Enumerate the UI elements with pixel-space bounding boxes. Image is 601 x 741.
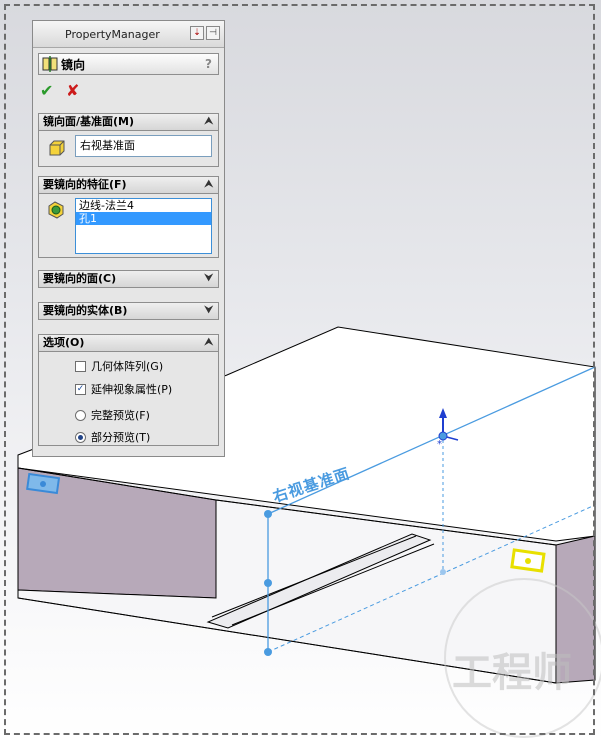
partial-preview-option[interactable]: 部分预览(T)	[75, 429, 150, 445]
partial-preview-radio[interactable]	[75, 431, 86, 443]
section-features[interactable]: 要镜向的特征(F) ⮝	[38, 176, 219, 194]
features-list[interactable]: 边线-法兰4 孔1	[75, 198, 212, 254]
feature-select-icon	[48, 201, 64, 219]
list-item[interactable]: 边线-法兰4	[76, 199, 211, 212]
section-mirror-plane-label: 镜向面/基准面(M)	[43, 115, 135, 128]
section-faces[interactable]: 要镜向的面(C) ⮟	[38, 270, 219, 288]
section-options-label: 选项(O)	[43, 336, 85, 349]
geometry-pattern-option[interactable]: 几何体阵列(G)	[75, 358, 163, 374]
list-item[interactable]: 孔1	[76, 212, 211, 225]
section-features-label: 要镜向的特征(F)	[43, 178, 127, 191]
feature-name: 镜向	[61, 57, 86, 72]
section-options[interactable]: 选项(O) ⮝	[38, 334, 219, 352]
plane-icon	[49, 140, 65, 156]
cancel-button[interactable]: ✘	[66, 81, 79, 100]
pin-icon[interactable]: ⊣	[206, 26, 220, 40]
propagate-visual-label: 延伸视象属性(P)	[91, 383, 173, 396]
section-features-body: 边线-法兰4 孔1	[38, 194, 219, 258]
help-icon[interactable]: ?	[205, 57, 212, 71]
screenshot-frame: * 右视基准面 工程师 PropertyManager ⇣ ⊣ 镜向 ? ✔ ✘	[0, 0, 601, 741]
property-manager-panel: PropertyManager ⇣ ⊣ 镜向 ? ✔ ✘ 镜向面/基准面(M) …	[32, 20, 225, 457]
plane-handle-far[interactable]	[440, 569, 446, 575]
full-preview-radio[interactable]	[75, 409, 86, 421]
plane-handle-bottom[interactable]	[264, 648, 272, 656]
plane-handle-mid[interactable]	[264, 579, 272, 587]
watermark-text: 工程师	[452, 649, 572, 696]
feature-header: 镜向 ?	[38, 53, 219, 75]
chevron-up-icon[interactable]: ⮝	[205, 335, 214, 351]
full-preview-label: 完整预览(F)	[91, 409, 150, 422]
property-manager-title: PropertyManager	[65, 27, 160, 41]
collapse-panel-icon[interactable]: ⇣	[190, 26, 204, 40]
propagate-visual-checkbox[interactable]: ✓	[75, 383, 86, 395]
chevron-up-icon[interactable]: ⮝	[205, 114, 214, 130]
section-mirror-plane[interactable]: 镜向面/基准面(M) ⮝	[38, 113, 219, 131]
geometry-pattern-label: 几何体阵列(G)	[91, 360, 164, 373]
chevron-down-icon[interactable]: ⮟	[205, 271, 214, 287]
section-bodies[interactable]: 要镜向的实体(B) ⮟	[38, 302, 219, 320]
section-faces-label: 要镜向的面(C)	[43, 272, 117, 285]
section-bodies-label: 要镜向的实体(B)	[43, 304, 128, 317]
propagate-visual-option[interactable]: ✓ 延伸视象属性(P)	[75, 381, 172, 397]
mirror-feature-icon	[42, 56, 58, 72]
mirror-plane-field[interactable]: 右视基准面	[75, 135, 212, 157]
geometry-pattern-checkbox[interactable]	[75, 360, 86, 372]
partial-preview-label: 部分预览(T)	[91, 431, 151, 444]
chevron-down-icon[interactable]: ⮟	[205, 303, 214, 319]
chevron-up-icon[interactable]: ⮝	[205, 177, 214, 193]
property-manager-header: PropertyManager ⇣ ⊣	[33, 21, 224, 48]
svg-text:*: *	[437, 439, 442, 450]
ok-button[interactable]: ✔	[40, 81, 53, 100]
full-preview-option[interactable]: 完整预览(F)	[75, 407, 150, 423]
section-mirror-plane-body: 右视基准面	[38, 131, 219, 167]
plane-handle-top[interactable]	[264, 510, 272, 518]
